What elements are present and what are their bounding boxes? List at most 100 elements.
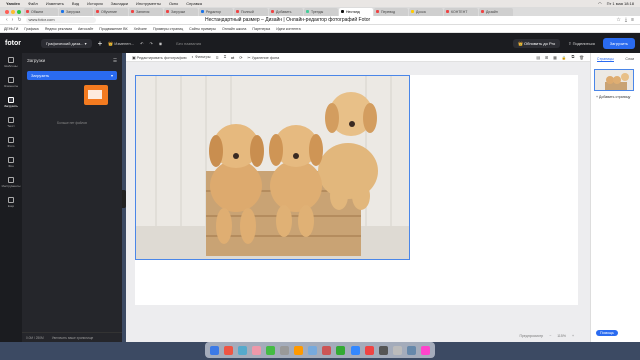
browser-tab[interactable]: Нестанд bbox=[339, 7, 373, 16]
download-button[interactable]: Загрузить bbox=[602, 37, 635, 49]
flip-icon[interactable]: ⇄ bbox=[231, 55, 234, 60]
browser-tab[interactable]: Загрузка bbox=[59, 7, 93, 16]
browser-tab[interactable]: Занятия bbox=[129, 7, 163, 16]
design-title-input[interactable]: Без названия bbox=[176, 41, 201, 46]
browser-tab[interactable]: Загрузки bbox=[164, 7, 198, 16]
dock-app-icon[interactable] bbox=[392, 345, 402, 355]
page-thumbnail[interactable] bbox=[594, 69, 634, 91]
bookmark-item[interactable]: Примеры страниц bbox=[153, 27, 183, 31]
sidebar-item[interactable]: Текст bbox=[7, 117, 15, 128]
back-icon[interactable]: ‹ bbox=[6, 17, 8, 23]
menu-item[interactable]: Вид bbox=[72, 1, 79, 6]
dock-app-icon[interactable] bbox=[266, 345, 276, 355]
browser-tab[interactable]: Доска bbox=[409, 7, 443, 16]
layer-icon[interactable]: ▤ bbox=[536, 55, 540, 60]
dock-app-icon[interactable] bbox=[210, 345, 220, 355]
dock-app-icon[interactable] bbox=[224, 345, 234, 355]
menu-item[interactable]: Инструменты bbox=[136, 1, 161, 6]
dock-app-icon[interactable] bbox=[280, 345, 290, 355]
dock-app-icon[interactable] bbox=[322, 345, 332, 355]
delete-icon[interactable]: 🗑 bbox=[579, 55, 584, 60]
lock-icon[interactable]: 🔒 bbox=[562, 55, 567, 60]
sidebar-item[interactable]: Ещё bbox=[8, 197, 14, 208]
tab-layers[interactable]: Слои bbox=[625, 57, 634, 62]
zoom-in-icon[interactable]: + bbox=[572, 334, 574, 338]
bookmark-item[interactable]: Графика bbox=[24, 27, 38, 31]
upgrade-pro-button[interactable]: 👑 Обновить до Pro bbox=[512, 38, 561, 48]
reload-icon[interactable]: ↻ bbox=[17, 17, 21, 23]
fotor-logo[interactable]: fotor bbox=[5, 40, 35, 47]
transparency-icon[interactable]: ▦ bbox=[553, 55, 557, 60]
browser-tab[interactable]: Полный bbox=[234, 7, 268, 16]
redo-icon[interactable]: ↷ bbox=[149, 41, 152, 46]
menu-item[interactable]: Изменить bbox=[46, 1, 64, 6]
dock-app-icon[interactable] bbox=[294, 345, 304, 355]
browser-tab[interactable]: КОНТЕНТ bbox=[444, 7, 478, 16]
dock-app-icon[interactable] bbox=[308, 345, 318, 355]
dock-app-icon[interactable] bbox=[238, 345, 248, 355]
zoom-level[interactable]: 115% bbox=[557, 334, 566, 338]
bookmark-item[interactable]: Яндекс реклама bbox=[45, 27, 72, 31]
resize-button[interactable]: 👑 Изменен... bbox=[108, 41, 134, 46]
sidebar-item[interactable]: Шаблоны bbox=[4, 57, 18, 68]
menu-item[interactable]: Справка bbox=[186, 1, 202, 6]
mode-dropdown[interactable]: Графический диза... ▾ bbox=[41, 38, 92, 48]
dock-app-icon[interactable] bbox=[336, 345, 346, 355]
puppies-in-crate-photo[interactable] bbox=[135, 75, 410, 260]
increase-storage-link[interactable]: Увеличить ваше хранилище bbox=[52, 336, 94, 340]
dock-app-icon[interactable] bbox=[252, 345, 262, 355]
browser-tab[interactable]: Добавить bbox=[269, 7, 303, 16]
dock-app-icon[interactable] bbox=[350, 345, 360, 355]
url-field[interactable]: www.fotor.com bbox=[25, 17, 96, 23]
bookmark-item[interactable]: Хейзинг bbox=[134, 27, 147, 31]
bookmark-item[interactable]: Идеи контента bbox=[276, 27, 300, 31]
menu-item[interactable]: Закладки bbox=[111, 1, 128, 6]
browser-tab[interactable]: Обучение bbox=[94, 7, 128, 16]
close-window-button[interactable] bbox=[5, 10, 9, 14]
bookmark-item[interactable]: Онлайн школа bbox=[222, 27, 246, 31]
maximize-window-button[interactable] bbox=[17, 10, 21, 14]
forward-icon[interactable]: › bbox=[12, 17, 14, 23]
download-icon[interactable]: ⤓ bbox=[625, 17, 627, 23]
preview-button[interactable]: Предпросмотр bbox=[519, 334, 543, 338]
browser-tab[interactable]: Тренды bbox=[304, 7, 338, 16]
dock-app-icon[interactable] bbox=[406, 345, 416, 355]
edit-photo-button[interactable]: ▣ Редактировать фотографию bbox=[132, 55, 187, 60]
wifi-icon[interactable]: ◠ bbox=[598, 1, 602, 6]
browser-tab[interactable]: Редактор bbox=[199, 7, 233, 16]
adjust-icon[interactable]: ⚟ bbox=[215, 55, 218, 60]
dock-app-icon[interactable] bbox=[364, 345, 374, 355]
app-menu[interactable]: Yandex bbox=[6, 1, 20, 6]
uploaded-image-thumbnail[interactable] bbox=[84, 85, 108, 105]
dock-app-icon[interactable] bbox=[378, 345, 388, 355]
browser-tab[interactable]: Перевод bbox=[374, 7, 408, 16]
align-icon[interactable]: ⊞ bbox=[545, 55, 548, 60]
menu-item[interactable]: История bbox=[87, 1, 103, 6]
add-page-button[interactable]: + Добавить страницу bbox=[596, 95, 630, 99]
undo-icon[interactable]: ↶ bbox=[140, 41, 143, 46]
duplicate-icon[interactable]: ⧉ bbox=[571, 55, 574, 60]
design-canvas[interactable] bbox=[135, 75, 578, 305]
sidebar-item[interactable]: Фон bbox=[8, 157, 14, 168]
crop-icon[interactable]: ⌗ bbox=[224, 55, 226, 59]
minimize-window-button[interactable] bbox=[11, 10, 15, 14]
bookmark-item[interactable]: ДЕНЬГИ bbox=[4, 27, 18, 31]
panel-upload-button[interactable]: Загрузить ▾ bbox=[27, 71, 117, 80]
bookmark-item[interactable]: Продвижение ВК bbox=[99, 27, 127, 31]
browser-tab[interactable]: Дизайн bbox=[479, 7, 513, 16]
rotate-icon[interactable]: ⟳ bbox=[239, 55, 242, 60]
share-button[interactable]: ⇪ Поделиться bbox=[568, 41, 595, 46]
sidebar-item[interactable]: Элементы bbox=[4, 77, 18, 88]
list-view-icon[interactable]: ☰ bbox=[113, 58, 117, 64]
menu-icon[interactable]: ≡ bbox=[631, 17, 634, 23]
help-button[interactable]: Помощь bbox=[596, 330, 618, 336]
sidebar-item[interactable]: Загрузить bbox=[4, 97, 18, 108]
tab-pages[interactable]: Страницы bbox=[596, 57, 614, 62]
menu-item[interactable]: Окно bbox=[169, 1, 178, 6]
dock-app-icon[interactable] bbox=[420, 345, 430, 355]
eye-icon[interactable]: ◉ bbox=[159, 41, 163, 46]
add-icon[interactable]: + bbox=[98, 39, 103, 48]
zoom-out-icon[interactable]: − bbox=[549, 334, 551, 338]
remove-bg-button[interactable]: ✂ Удаление фона bbox=[247, 55, 279, 60]
sidebar-item[interactable]: Фото bbox=[8, 137, 14, 148]
